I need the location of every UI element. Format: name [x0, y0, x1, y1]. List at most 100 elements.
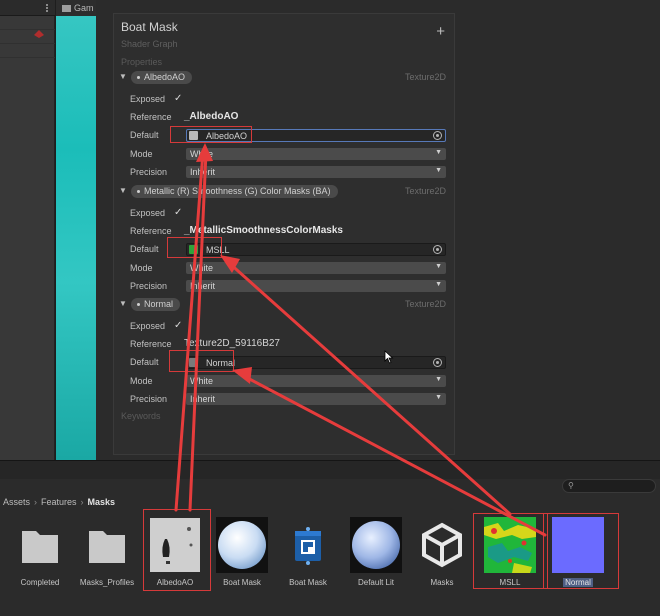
dot-icon	[137, 190, 140, 194]
mode-value: White	[190, 149, 214, 159]
breadcrumb: Assets › Features › Masks	[3, 497, 115, 507]
properties-header: Properties	[121, 57, 163, 67]
object-picker-icon[interactable]	[433, 245, 442, 254]
blackboard-title: Boat Mask	[121, 20, 178, 34]
property-pill[interactable]: Metallic (R) Smoothness (G) Color Masks …	[131, 185, 338, 198]
asset-completed[interactable]: Completed	[9, 517, 71, 597]
precision-row: Precision Inherit ▼	[130, 393, 448, 407]
asset-masks-scene[interactable]: Masks	[411, 517, 473, 597]
material-sphere-icon	[350, 517, 402, 573]
annotation-box-albedoao-asset	[143, 509, 211, 591]
property-type: Texture2D	[404, 72, 446, 82]
chevron-down-icon[interactable]: ▼	[119, 186, 127, 195]
mode-row: Mode White ▼	[130, 375, 448, 389]
reference-field[interactable]: Texture2D_59116B27	[184, 338, 280, 349]
chevron-down-icon: ▼	[435, 167, 442, 174]
exposed-label: Exposed	[130, 208, 166, 218]
breadcrumb-masks[interactable]: Masks	[88, 497, 116, 507]
mode-label: Mode	[130, 263, 153, 273]
chevron-down-icon[interactable]: ▼	[119, 72, 127, 81]
chevron-down-icon: ▼	[435, 376, 442, 383]
asset-masks-profiles[interactable]: Masks_Profiles	[76, 517, 138, 597]
dot-icon	[137, 303, 140, 307]
object-picker-icon[interactable]	[433, 358, 442, 367]
object-picker-icon[interactable]	[433, 131, 442, 140]
asset-label: Masks_Profiles	[79, 578, 135, 587]
property-pill[interactable]: Normal	[131, 298, 181, 311]
prefab-icon	[34, 30, 44, 38]
blackboard-panel: Boat Mask Shader Graph + Properties ▼ Al…	[113, 13, 455, 455]
asset-label: Boat Mask	[289, 578, 327, 587]
mode-dropdown[interactable]: White ▼	[186, 262, 446, 274]
exposed-label: Exposed	[130, 94, 166, 104]
mode-dropdown[interactable]: White ▼	[186, 375, 446, 387]
hierarchy-row[interactable]	[0, 45, 55, 58]
reference-field[interactable]: _AlbedoAO	[184, 111, 238, 122]
tab-game[interactable]: Gam	[56, 0, 96, 16]
precision-value: Inherit	[190, 167, 216, 177]
add-property-button[interactable]: +	[436, 24, 445, 39]
breadcrumb-features[interactable]: Features	[41, 497, 77, 507]
precision-dropdown[interactable]: Inherit ▼	[186, 393, 446, 405]
dot-icon	[137, 76, 140, 80]
reference-row: Reference _AlbedoAO	[130, 111, 448, 125]
hierarchy-row[interactable]	[0, 17, 55, 30]
reference-label: Reference	[130, 226, 172, 236]
tab-label: Gam	[74, 3, 94, 13]
mode-dropdown[interactable]: White ▼	[186, 148, 446, 160]
reference-field[interactable]: _MetallicSmoothnessColorMasks	[184, 225, 343, 236]
exposed-row: Exposed ✓	[130, 93, 448, 107]
annotation-box-msll-default	[167, 237, 222, 258]
default-label: Default	[130, 130, 159, 140]
mode-label: Mode	[130, 149, 153, 159]
chevron-right-icon: ›	[34, 497, 38, 507]
asset-boat-mask-material[interactable]: Boat Mask	[211, 517, 273, 597]
exposed-label: Exposed	[130, 321, 166, 331]
keywords-header: Keywords	[121, 411, 161, 421]
menu-dots-icon[interactable]	[44, 3, 50, 13]
precision-row: Precision Inherit ▼	[130, 166, 448, 180]
default-label: Default	[130, 357, 159, 367]
asset-label: Completed	[20, 578, 60, 587]
exposed-checkbox[interactable]: ✓	[174, 207, 182, 218]
property-name: Normal	[144, 299, 174, 309]
mode-value: White	[190, 263, 214, 273]
hierarchy-row[interactable]	[0, 31, 55, 44]
exposed-checkbox[interactable]: ✓	[174, 93, 182, 104]
annotation-box-albedo-default	[170, 126, 252, 143]
asset-boat-mask-shadergraph[interactable]: Boat Mask	[277, 517, 339, 597]
unity-editor: Gam Boat Mask Shader Graph + Properties …	[0, 0, 660, 616]
mode-row: Mode White ▼	[130, 262, 448, 276]
mode-label: Mode	[130, 376, 153, 386]
precision-label: Precision	[130, 167, 168, 177]
material-sphere-icon	[216, 517, 268, 573]
mode-value: White	[190, 376, 214, 386]
property-pill[interactable]: AlbedoAO	[131, 71, 193, 84]
property-name: AlbedoAO	[144, 72, 186, 82]
default-texture-field[interactable]: MSLL	[186, 243, 446, 256]
chevron-down-icon: ▼	[435, 281, 442, 288]
search-input[interactable]: ⚲	[562, 479, 656, 493]
property-name: Metallic (R) Smoothness (G) Color Masks …	[144, 186, 331, 196]
asset-label: Masks	[430, 578, 454, 587]
folder-icon	[22, 531, 58, 563]
precision-dropdown[interactable]: Inherit ▼	[186, 280, 446, 292]
mode-row: Mode White ▼	[130, 148, 448, 162]
breadcrumb-assets[interactable]: Assets	[3, 497, 30, 507]
mouse-cursor-icon	[384, 350, 394, 364]
chevron-down-icon: ▼	[435, 263, 442, 270]
asset-default-lit[interactable]: Default Lit	[345, 517, 407, 597]
reference-label: Reference	[130, 339, 172, 349]
hierarchy-panel	[0, 0, 55, 460]
search-icon: ⚲	[568, 481, 574, 490]
game-view[interactable]	[56, 16, 96, 460]
precision-row: Precision Inherit ▼	[130, 280, 448, 294]
annotation-box-normal-default	[169, 350, 234, 372]
exposed-checkbox[interactable]: ✓	[174, 320, 182, 331]
reference-label: Reference	[130, 112, 172, 122]
exposed-row: Exposed ✓	[130, 320, 448, 334]
chevron-down-icon[interactable]: ▼	[119, 299, 127, 308]
precision-dropdown[interactable]: Inherit ▼	[186, 166, 446, 178]
exposed-row: Exposed ✓	[130, 207, 448, 221]
shader-graph-icon	[295, 527, 321, 565]
